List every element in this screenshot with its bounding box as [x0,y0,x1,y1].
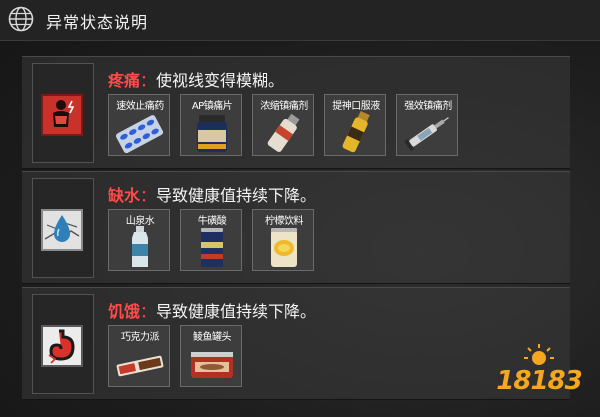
condition-description: 使视线变得模糊。 [156,71,285,90]
watermark-text: 18183 [496,366,582,396]
item-slot[interactable]: 柠檬饮料 [252,209,314,271]
energy-can-icon [201,228,223,267]
condition-line: 饥饿：导致健康值持续下降。 [108,298,316,322]
item-slot[interactable]: 巧克力派 [108,325,170,387]
condition-colon: ： [140,302,157,321]
lemon-can-icon [271,228,297,267]
item-slot[interactable]: 浓缩镇痛剂 [252,94,314,156]
condition-colon: ： [140,71,157,90]
condition-name: 疼痛 [108,71,141,90]
condition-name: 饥饿 [108,302,141,321]
vial-icon [342,110,370,153]
condition-panel-dehydration: 缺水：导致健康值持续下降。 山泉水 牛磺酸 柠檬饮料 [22,171,570,284]
pill-blister-icon [115,115,164,154]
water-bottle-icon [132,226,148,267]
condition-name: 缺水 [108,186,141,205]
condition-description: 导致健康值持续下降。 [156,186,317,205]
condition-panel-hunger: 饥饿：导致健康值持续下降。 巧克力派 鲮鱼罐头 [22,287,570,400]
hunger-icon [41,325,83,367]
item-slot[interactable]: 牛磺酸 [180,209,242,271]
pain-icon [41,94,83,136]
dehydration-icon [41,209,83,251]
page-title: 异常状态说明 [46,13,149,32]
sun-icon [524,344,554,365]
condition-line: 缺水：导致健康值持续下降。 [108,182,316,206]
item-slot[interactable]: 提神口服液 [324,94,386,156]
condition-line: 疼痛：使视线变得模糊。 [108,67,284,91]
item-slot[interactable]: 鲮鱼罐头 [180,325,242,387]
condition-colon: ： [140,186,157,205]
pill-bottle-icon [197,115,227,152]
chocolate-bar-icon [116,355,164,377]
item-slot[interactable]: AP镇痛片 [180,94,242,156]
header-bar: 异常状态说明 [0,0,600,41]
condition-description: 导致健康值持续下降。 [156,302,317,321]
syringe-icon [404,117,449,152]
item-slot[interactable]: 速效止痛药 [108,94,170,156]
item-slot[interactable]: 山泉水 [108,209,170,271]
spray-bottle-icon [267,113,300,152]
globe-icon[interactable] [8,6,34,32]
condition-panel-pain: 疼痛：使视线变得模糊。 速效止痛药 AP镇痛片 浓缩镇痛剂 提神口服液 强效镇痛… [22,56,570,169]
condition-icon-frame [32,63,94,163]
condition-icon-frame [32,178,94,278]
watermark-logo: 18183 [494,340,584,410]
condition-icon-frame [32,294,94,394]
fish-can-icon [191,352,233,378]
item-slot[interactable]: 强效镇痛剂 [396,94,458,156]
